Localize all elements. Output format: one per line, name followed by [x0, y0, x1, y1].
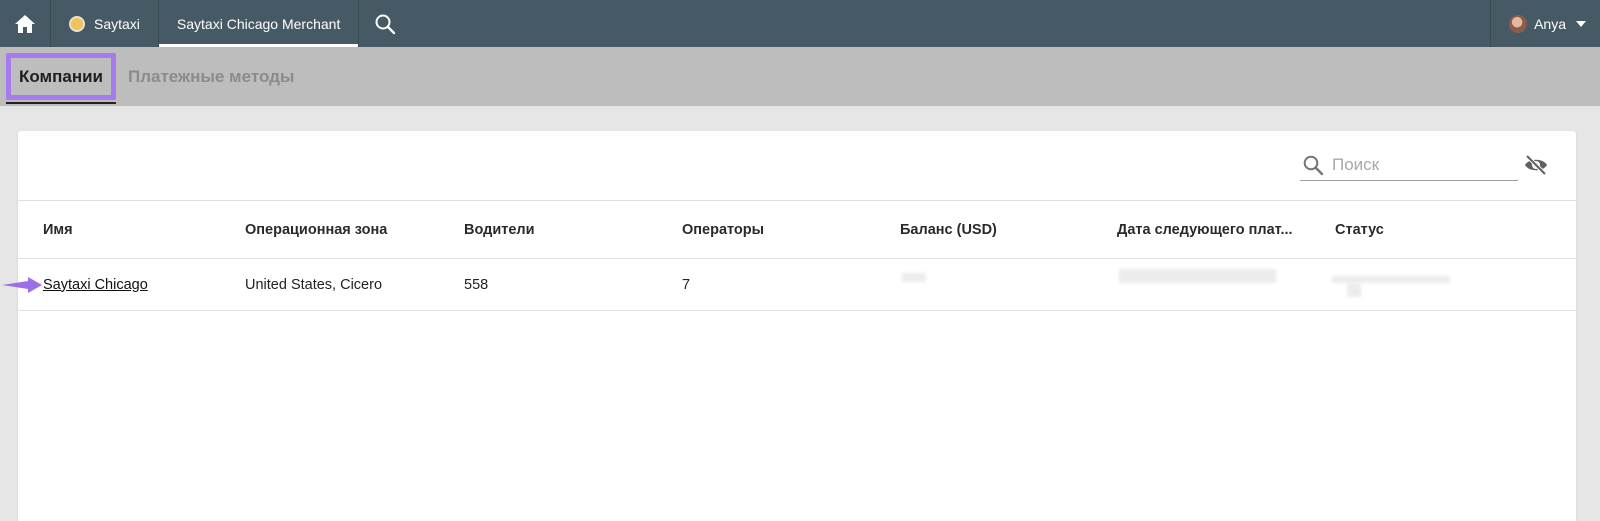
balance-redacted: [902, 273, 926, 282]
top-navigation-bar: Saytaxi Saytaxi Chicago Merchant Anya: [0, 0, 1600, 47]
tab-companies[interactable]: Компании: [6, 47, 116, 106]
saytaxi-logo-icon: [69, 15, 85, 32]
table-header-row: Имя Операционная зона Водители Операторы…: [18, 200, 1576, 258]
user-menu[interactable]: Anya: [1490, 0, 1600, 47]
search-icon: [1300, 152, 1326, 178]
search-field: [1300, 149, 1518, 181]
home-button[interactable]: [0, 0, 50, 47]
column-header-operators[interactable]: Операторы: [682, 201, 764, 258]
chevron-down-icon: [1576, 20, 1586, 27]
status-redacted: [1332, 276, 1450, 283]
avatar: [1509, 14, 1528, 33]
search-input[interactable]: [1332, 154, 1502, 175]
annotation-arrow-icon: [2, 277, 42, 293]
column-header-balance[interactable]: Баланс (USD): [900, 201, 997, 258]
companies-card: Имя Операционная зона Водители Операторы…: [18, 131, 1576, 521]
tab-payment-methods[interactable]: Платежные методы: [128, 47, 294, 106]
column-visibility-button[interactable]: [1521, 150, 1551, 180]
table-row[interactable]: Saytaxi Chicago United States, Cicero 55…: [18, 258, 1576, 311]
drivers-cell: 558: [464, 276, 489, 293]
company-name-cell: Saytaxi Chicago: [43, 259, 148, 310]
eye-off-icon: [1525, 154, 1547, 176]
search-icon: [375, 14, 396, 34]
column-header-next-payment[interactable]: Дата следующего плат...: [1117, 201, 1293, 258]
company-link[interactable]: Saytaxi Chicago: [43, 277, 148, 293]
global-search-button[interactable]: [358, 0, 410, 47]
status-redacted-2: [1347, 283, 1361, 297]
tab-saytaxi[interactable]: Saytaxi: [50, 0, 158, 47]
highlight-frame: [6, 53, 116, 100]
next-payment-redacted: [1119, 269, 1276, 283]
zone-cell: United States, Cicero: [245, 276, 383, 293]
column-header-drivers[interactable]: Водители: [464, 201, 535, 258]
home-icon: [15, 14, 35, 33]
tab-saytaxi-label: Saytaxi: [94, 15, 140, 32]
tab-payment-methods-label: Платежные методы: [128, 66, 295, 86]
user-name: Anya: [1534, 15, 1566, 32]
operators-cell: 7: [682, 276, 691, 293]
tab-chicago-merchant-label: Saytaxi Chicago Merchant: [176, 15, 341, 32]
column-header-status[interactable]: Статус: [1335, 201, 1384, 258]
column-header-name[interactable]: Имя: [43, 201, 73, 258]
tab-chicago-merchant[interactable]: Saytaxi Chicago Merchant: [157, 0, 359, 47]
sub-tabs-bar: Компании Платежные методы: [0, 47, 1600, 106]
column-header-zone[interactable]: Операционная зона: [245, 201, 387, 258]
